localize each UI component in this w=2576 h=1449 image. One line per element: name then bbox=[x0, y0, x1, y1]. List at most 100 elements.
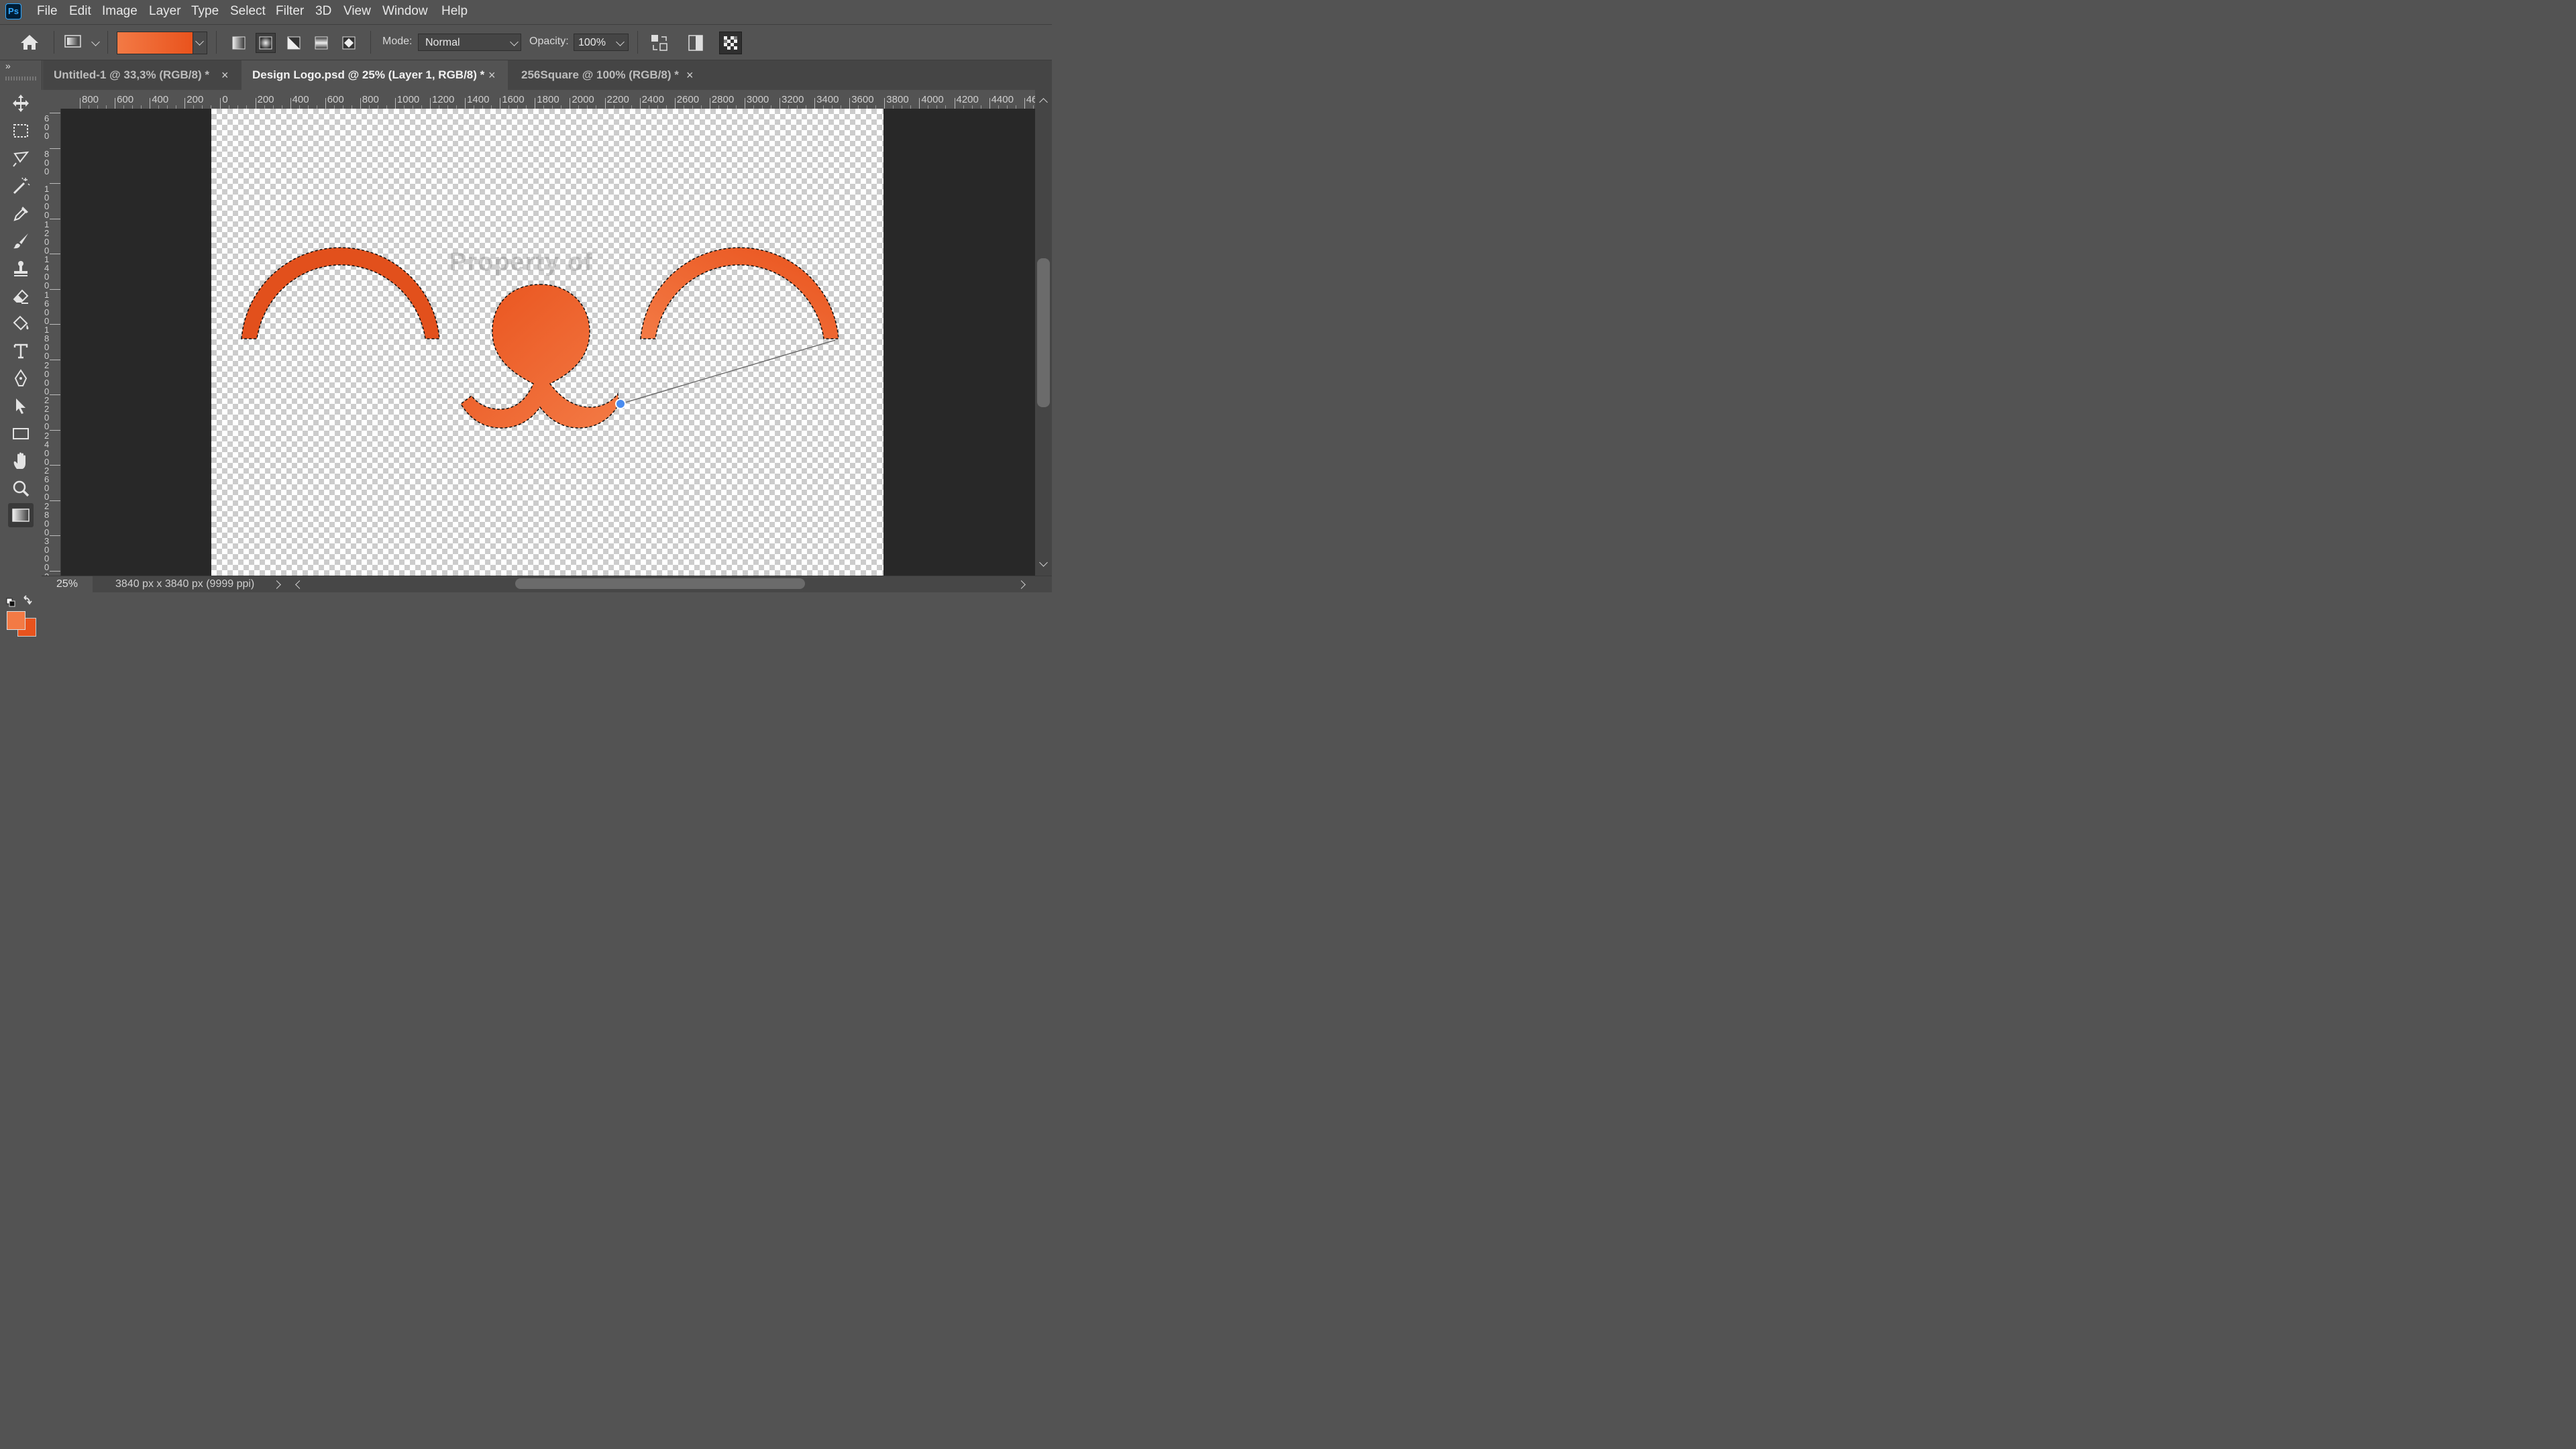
brush-tool-icon[interactable] bbox=[8, 229, 34, 253]
tool-preset-icon[interactable] bbox=[64, 34, 82, 49]
radial-gradient-button[interactable] bbox=[256, 33, 276, 53]
tab-label: Design Logo.psd @ 25% (Layer 1, RGB/8) * bbox=[252, 68, 485, 81]
gradient-picker-dropdown[interactable] bbox=[193, 32, 207, 54]
transparency-icon[interactable] bbox=[719, 32, 742, 54]
menu-select[interactable]: Select bbox=[230, 0, 266, 24]
ruler-label: 2200 bbox=[44, 395, 50, 431]
menu-filter[interactable]: Filter bbox=[276, 0, 304, 24]
reflected-gradient-button[interactable] bbox=[311, 33, 331, 53]
chevron-right-icon[interactable] bbox=[272, 580, 281, 589]
diamond-gradient-button[interactable] bbox=[339, 33, 359, 53]
ruler-label: 200 bbox=[257, 94, 274, 105]
ruler-tick bbox=[50, 465, 60, 466]
ruler-tick bbox=[430, 98, 431, 109]
close-icon[interactable]: × bbox=[686, 60, 694, 90]
path-selection-tool-icon[interactable] bbox=[8, 394, 34, 418]
chevron-down-icon[interactable] bbox=[1039, 558, 1048, 567]
ruler-tick bbox=[360, 98, 361, 109]
tools-panel: » bbox=[0, 60, 42, 637]
ruler-label: 2000 bbox=[572, 94, 594, 105]
home-icon[interactable] bbox=[19, 33, 40, 52]
ruler-label: 3600 bbox=[851, 94, 874, 105]
chevron-right-icon[interactable] bbox=[1017, 580, 1026, 589]
gradient-start-handle bbox=[615, 398, 626, 409]
zoom-level[interactable]: 25% bbox=[42, 576, 93, 592]
magic-wand-tool-icon[interactable] bbox=[8, 174, 34, 198]
ruler-tick bbox=[50, 535, 60, 536]
chevron-down-icon[interactable] bbox=[91, 38, 100, 46]
ruler-label: 4400 bbox=[991, 94, 1014, 105]
zoom-tool-icon[interactable] bbox=[8, 476, 34, 500]
close-icon[interactable]: × bbox=[221, 60, 229, 90]
vertical-scroll-thumb[interactable] bbox=[1037, 258, 1050, 407]
ruler-label: 1800 bbox=[44, 325, 50, 361]
angle-gradient-button[interactable] bbox=[284, 33, 304, 53]
ruler-tick bbox=[50, 148, 60, 149]
marquee-tool-icon[interactable] bbox=[8, 119, 34, 143]
dither-icon[interactable] bbox=[684, 32, 707, 54]
gradient-picker-swatch[interactable] bbox=[117, 32, 193, 54]
tab-untitled-1[interactable]: Untitled-1 @ 33,3% (RGB/8) * × bbox=[43, 60, 241, 90]
linear-gradient-button[interactable] bbox=[229, 33, 249, 53]
pen-tool-icon[interactable] bbox=[8, 366, 34, 390]
menu-edit[interactable]: Edit bbox=[69, 0, 91, 24]
paint-bucket-tool-icon[interactable] bbox=[8, 311, 34, 335]
foreground-color-swatch[interactable] bbox=[7, 611, 25, 630]
ruler-tick bbox=[325, 98, 326, 109]
ruler-label: 2800 bbox=[711, 94, 735, 105]
chevron-left-icon[interactable] bbox=[295, 580, 304, 589]
rectangle-tool-icon[interactable] bbox=[8, 421, 34, 445]
gradient-tool-icon[interactable] bbox=[8, 503, 34, 527]
ruler-tick bbox=[394, 98, 396, 109]
menu-3d[interactable]: 3D bbox=[315, 0, 331, 24]
menu-image[interactable]: Image bbox=[102, 0, 138, 24]
menu-layer[interactable]: Layer bbox=[149, 0, 181, 24]
menu-view[interactable]: View bbox=[343, 0, 371, 24]
ruler-tick bbox=[50, 500, 60, 501]
separator bbox=[107, 31, 108, 54]
chevron-up-icon[interactable] bbox=[1039, 98, 1048, 107]
ruler-tick bbox=[50, 288, 60, 290]
ruler-tick bbox=[465, 98, 466, 109]
opacity-field[interactable]: 100% bbox=[574, 34, 629, 51]
ruler-tick bbox=[50, 570, 60, 572]
reverse-icon[interactable] bbox=[648, 32, 671, 54]
collapse-panel-icon[interactable]: » bbox=[5, 60, 11, 71]
move-tool-icon[interactable] bbox=[8, 91, 34, 115]
eyedropper-tool-icon[interactable] bbox=[8, 201, 34, 225]
document-info[interactable]: 3840 px x 3840 px (9999 ppi) bbox=[115, 576, 254, 592]
ruler-label: 0 bbox=[222, 94, 228, 105]
ruler-tick bbox=[220, 98, 221, 109]
ruler-tick bbox=[814, 98, 816, 109]
menu-window[interactable]: Window bbox=[382, 0, 428, 24]
swap-colors-icon[interactable] bbox=[5, 595, 39, 610]
hand-tool-icon[interactable] bbox=[8, 449, 34, 473]
mode-select[interactable]: Normal bbox=[418, 34, 521, 51]
menu-help[interactable]: Help bbox=[441, 0, 468, 24]
menu-file[interactable]: File bbox=[37, 0, 58, 24]
tab-design-logo[interactable]: Design Logo.psd @ 25% (Layer 1, RGB/8) *… bbox=[241, 60, 508, 90]
panel-grip[interactable] bbox=[5, 76, 36, 80]
ruler-label: 1600 bbox=[44, 289, 50, 326]
ruler-label: 600 bbox=[44, 113, 50, 141]
ruler-label: 800 bbox=[362, 94, 379, 105]
ruler-label: 2600 bbox=[44, 466, 50, 502]
ruler-label: 3800 bbox=[886, 94, 909, 105]
menu-type[interactable]: Type bbox=[191, 0, 219, 24]
lasso-tool-icon[interactable] bbox=[8, 146, 34, 170]
clone-stamp-tool-icon[interactable] bbox=[8, 256, 34, 280]
ruler-tick bbox=[674, 98, 676, 109]
ruler-tick bbox=[849, 98, 851, 109]
horizontal-scroll-thumb[interactable] bbox=[515, 578, 805, 589]
eraser-tool-icon[interactable] bbox=[8, 284, 34, 308]
ruler-label: 2400 bbox=[44, 430, 50, 467]
document-tabs: Untitled-1 @ 33,3% (RGB/8) * × Design Lo… bbox=[43, 60, 1052, 90]
opacity-label: Opacity: bbox=[529, 36, 569, 47]
ruler-label: 3000 bbox=[44, 536, 50, 572]
left-arch-shape bbox=[241, 247, 440, 339]
type-tool-icon[interactable] bbox=[8, 339, 34, 363]
chevron-down-icon bbox=[616, 38, 625, 46]
close-icon[interactable]: × bbox=[488, 60, 496, 90]
vertical-ruler: 600 800 1000 1200 1400 1600 1800 2000 2200 2400 26… bbox=[42, 109, 61, 576]
tab-256square[interactable]: 256Square @ 100% (RGB/8) * × bbox=[511, 60, 705, 90]
